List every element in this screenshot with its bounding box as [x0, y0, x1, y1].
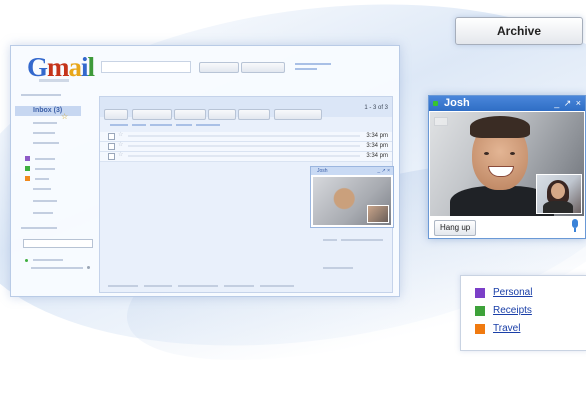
report-spam-button[interactable]	[132, 109, 172, 120]
mini-video-feed	[313, 177, 391, 225]
label-swatch-personal	[25, 156, 30, 161]
label-link[interactable]: Receipts	[493, 304, 532, 318]
chat-contact[interactable]	[31, 267, 83, 269]
sidebar-item[interactable]	[33, 142, 59, 144]
camera-icon[interactable]	[434, 117, 448, 126]
chat-search-input[interactable]	[23, 239, 93, 248]
label-swatch	[475, 288, 485, 298]
sidebar-label[interactable]	[35, 168, 55, 170]
hang-up-button[interactable]: Hang up	[434, 220, 477, 236]
message-list: ☆ 3:34 pm ☆ 3:34 pm ☆ 3:34 pm	[100, 132, 392, 162]
select-link[interactable]	[110, 124, 128, 126]
row-checkbox[interactable]	[108, 133, 115, 140]
mini-self-view	[367, 205, 389, 223]
label-swatch	[475, 324, 485, 334]
sidebar-item[interactable]	[33, 212, 53, 214]
delete-button[interactable]	[174, 109, 206, 120]
table-row[interactable]: ☆ 3:34 pm	[100, 152, 392, 162]
message-snippet	[128, 155, 360, 157]
online-status-icon	[25, 259, 28, 262]
label-swatch-receipts	[25, 166, 30, 171]
footer-link[interactable]	[144, 285, 172, 287]
person-hair	[470, 116, 530, 138]
eye	[510, 152, 515, 155]
sidebar-item-inbox-label: Inbox (3)	[33, 107, 63, 114]
message-time: 3:34 pm	[366, 153, 388, 159]
sidebar-item[interactable]	[33, 132, 55, 134]
star-icon[interactable]: ☆	[118, 141, 123, 150]
star-icon[interactable]: ☆	[118, 131, 123, 140]
mini-chat-title[interactable]: Josh _ ↗ ×	[311, 167, 393, 175]
chat-footer-line	[323, 267, 353, 269]
mini-chat-controls[interactable]: _ ↗ ×	[377, 167, 390, 175]
video-chat-window: Josh _ ↗ × Hang up	[428, 95, 586, 239]
window-controls[interactable]: _ ↗ ×	[554, 97, 582, 110]
select-link[interactable]	[196, 124, 220, 126]
archive-button-mini[interactable]	[104, 109, 128, 120]
footer-link[interactable]	[224, 285, 254, 287]
move-to-button[interactable]	[208, 109, 236, 120]
logo-tagline	[39, 79, 69, 82]
footer-link[interactable]	[108, 285, 138, 287]
self-view	[536, 174, 582, 214]
archive-button[interactable]: Archive	[455, 17, 583, 45]
labels-panel: Personal Receipts Travel	[460, 275, 586, 351]
sidebar-item[interactable]	[33, 200, 57, 202]
header-link[interactable]	[295, 63, 331, 65]
message-time: 3:34 pm	[366, 143, 388, 149]
offline-status-icon	[87, 266, 90, 269]
eye	[484, 152, 489, 155]
select-link[interactable]	[176, 124, 192, 126]
label-link[interactable]: Travel	[493, 322, 520, 336]
select-link[interactable]	[150, 124, 172, 126]
sidebar-item[interactable]	[33, 188, 51, 190]
row-checkbox[interactable]	[108, 153, 115, 160]
mini-chat-name: Josh	[317, 168, 328, 174]
labels-button[interactable]	[238, 109, 270, 120]
star-icon: ☆	[61, 112, 69, 121]
search-mail-button[interactable]	[199, 62, 239, 73]
chat-footer-label	[323, 239, 337, 241]
contact-name: Josh	[444, 97, 470, 109]
self-face	[551, 183, 565, 199]
chat-title-bar[interactable]: Josh _ ↗ ×	[429, 96, 585, 111]
header-link-2[interactable]	[295, 68, 317, 70]
search-web-button[interactable]	[241, 62, 285, 73]
self-body	[543, 201, 573, 213]
select-link[interactable]	[132, 124, 146, 126]
search-input[interactable]	[101, 61, 191, 73]
message-snippet	[128, 135, 360, 137]
chat-section-header	[21, 227, 57, 229]
pagination: 1 - 3 of 3	[364, 105, 388, 111]
label-swatch	[475, 306, 485, 316]
message-snippet	[128, 145, 360, 147]
mini-chat-window[interactable]: Josh _ ↗ ×	[310, 166, 394, 228]
footer-link[interactable]	[260, 285, 294, 287]
microphone-icon[interactable]	[571, 219, 579, 233]
chat-contact[interactable]	[33, 259, 63, 261]
video-feed	[430, 112, 584, 216]
table-row[interactable]: ☆ 3:34 pm	[100, 142, 392, 152]
sidebar-label[interactable]	[35, 158, 55, 160]
table-row[interactable]: ☆ 3:34 pm	[100, 132, 392, 142]
more-actions-button[interactable]	[274, 109, 322, 120]
footer-link[interactable]	[178, 285, 218, 287]
chat-footer-line	[341, 239, 383, 241]
label-link[interactable]: Personal	[493, 286, 532, 300]
message-time: 3:34 pm	[366, 133, 388, 139]
sidebar-item[interactable]	[33, 122, 57, 124]
row-checkbox[interactable]	[108, 143, 115, 150]
label-swatch-travel	[25, 176, 30, 181]
star-icon[interactable]: ☆	[118, 151, 123, 160]
gmail-window: Gmail Inbox (3) ☆ 1 - 3 of 3 ☆ 3:34 pm ☆…	[10, 45, 400, 297]
compose-link[interactable]	[21, 94, 61, 96]
status-icon	[433, 101, 438, 106]
sidebar-label[interactable]	[35, 178, 49, 180]
